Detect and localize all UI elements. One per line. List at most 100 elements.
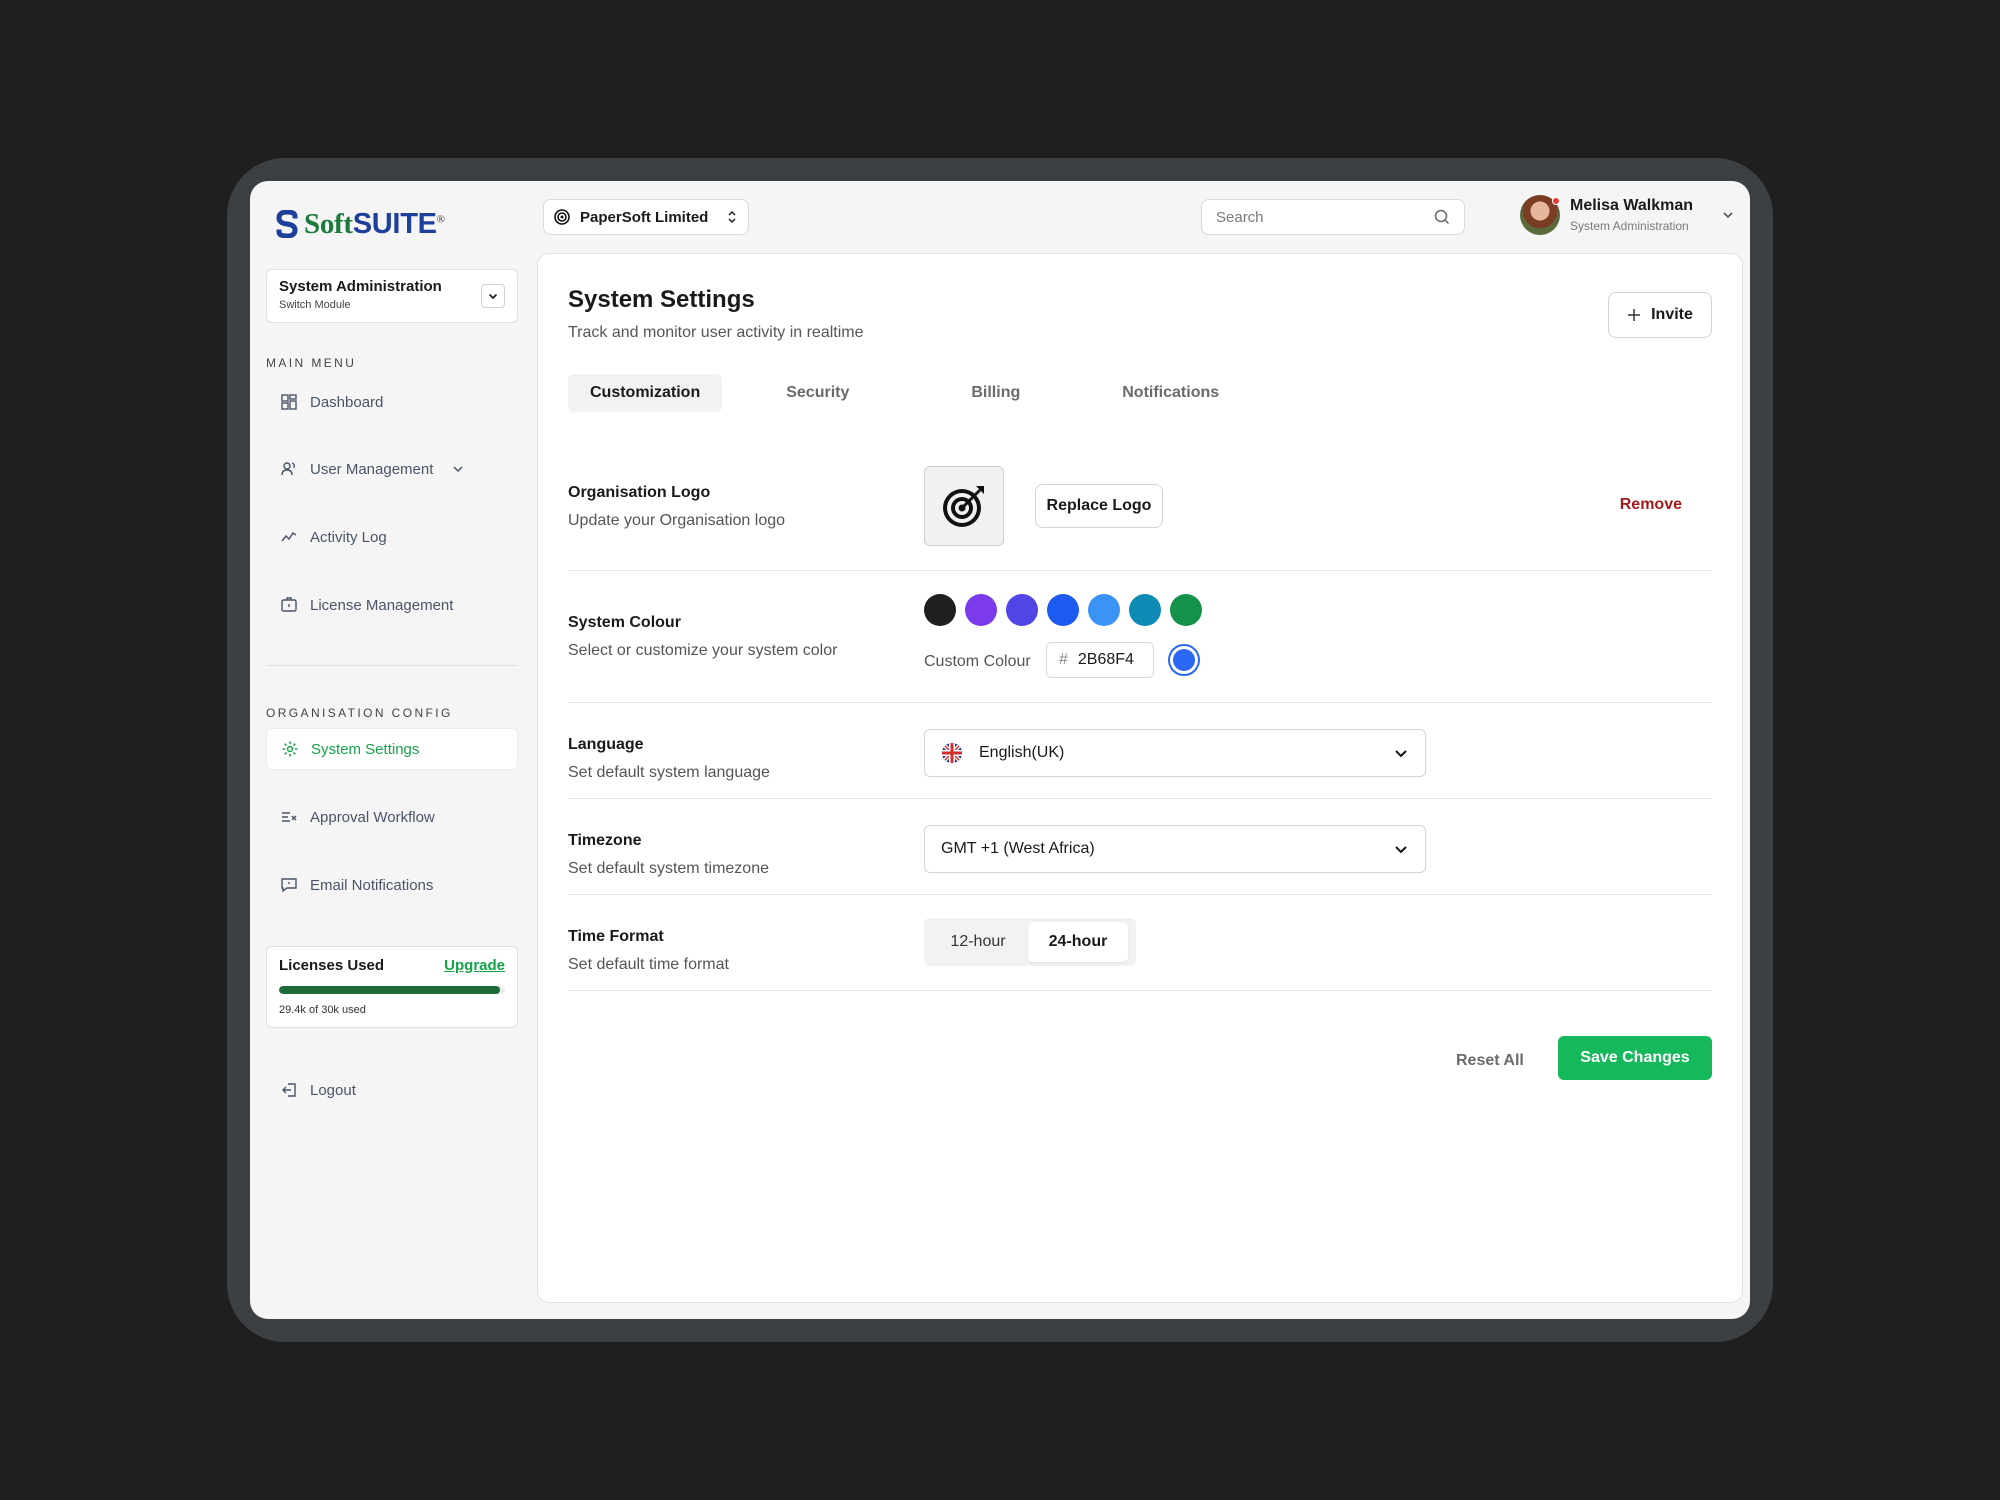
uk-flag-icon <box>942 743 962 763</box>
chevron-down-icon <box>453 466 463 473</box>
language-value: English(UK) <box>979 744 1065 761</box>
gear-icon <box>282 741 298 757</box>
sidebar-item-label: Activity Log <box>310 528 387 546</box>
sidebar-item-label: User Management <box>310 460 434 478</box>
users-icon <box>281 462 295 476</box>
time-format-24-hour[interactable]: 24-hour <box>1028 922 1128 962</box>
tab-security[interactable]: Security <box>764 374 871 412</box>
colour-picker-button[interactable] <box>1168 644 1200 676</box>
row-divider <box>568 990 1712 991</box>
license-icon <box>281 597 297 612</box>
timezone-value: GMT +1 (West Africa) <box>941 840 1095 857</box>
grid-icon <box>281 394 297 410</box>
chevron-updown-icon <box>728 210 736 224</box>
sidebar-item-email-notifications[interactable]: Email Notifications <box>266 864 518 906</box>
colour-swatch-purple[interactable] <box>965 594 997 626</box>
sidebar-item-user-management[interactable]: User Management <box>266 448 518 490</box>
sidebar-divider <box>266 665 518 666</box>
chevron-down-icon <box>488 293 498 300</box>
sidebar-item-system-settings[interactable]: System Settings <box>266 728 518 770</box>
user-name: Melisa Walkman <box>1570 197 1694 214</box>
sidebar-item-activity-log[interactable]: Activity Log <box>266 516 518 558</box>
search-icon[interactable] <box>1434 209 1450 225</box>
tab-notifications[interactable]: Notifications <box>1100 374 1241 412</box>
chevron-down-icon <box>1395 846 1407 854</box>
logout-icon <box>282 1083 296 1097</box>
remove-logo-button[interactable]: Remove <box>1620 496 1682 514</box>
custom-colour-input[interactable]: # 2B68F4 <box>1046 642 1154 678</box>
timezone-setting-label: Timezone <box>568 832 642 849</box>
reset-all-button[interactable]: Reset All <box>1456 1052 1524 1070</box>
sidebar-item-label: Email Notifications <box>310 876 434 894</box>
licenses-card: Licenses Used Upgrade 29.4k of 30k used <box>266 946 518 1028</box>
target-icon <box>554 209 570 225</box>
replace-logo-button[interactable]: Replace Logo <box>1035 484 1163 528</box>
timezone-select[interactable]: GMT +1 (West Africa) <box>924 825 1426 873</box>
licenses-progress-fill <box>279 986 501 994</box>
avatar <box>1520 195 1560 235</box>
row-divider <box>568 798 1712 799</box>
colour-preview <box>1173 649 1195 671</box>
org-logo-preview <box>924 466 1004 546</box>
sidebar-item-dashboard[interactable]: Dashboard <box>266 381 518 423</box>
module-subtitle: Switch Module <box>279 299 351 311</box>
upgrade-link[interactable]: Upgrade <box>444 957 505 974</box>
logout-button[interactable]: Logout <box>266 1069 518 1111</box>
tab-billing[interactable]: Billing <box>949 374 1042 412</box>
time-format-setting-label: Time Format <box>568 928 664 945</box>
sidebar-item-label: System Settings <box>311 740 420 758</box>
colour-swatch-blue[interactable] <box>1047 594 1079 626</box>
colour-swatch-teal[interactable] <box>1129 594 1161 626</box>
chevron-down-icon[interactable] <box>1721 208 1735 222</box>
sidebar-item-approval-workflow[interactable]: Approval Workflow <box>266 796 518 838</box>
logo-setting-desc: Update your Organisation logo <box>568 512 786 529</box>
target-icon <box>943 486 984 527</box>
search-input[interactable] <box>1216 208 1434 226</box>
colour-swatch-green[interactable] <box>1170 594 1202 626</box>
time-format-setting-desc: Set default time format <box>568 956 729 973</box>
sidebar-item-label: License Management <box>310 596 454 614</box>
language-setting-label: Language <box>568 736 644 753</box>
custom-colour-value: 2B68F4 <box>1077 651 1134 668</box>
colour-setting-desc: Select or customize your system color <box>568 642 838 659</box>
page-title: System Settings <box>568 286 755 313</box>
time-format-toggle: 12-hour 24-hour <box>924 918 1136 966</box>
workflow-icon <box>282 812 297 822</box>
language-select[interactable]: English(UK) <box>924 729 1426 777</box>
page-subtitle: Track and monitor user activity in realt… <box>568 324 864 341</box>
user-role: System Administration <box>1570 219 1689 233</box>
sidebar-item-license-management[interactable]: License Management <box>266 584 518 626</box>
logo-setting-label: Organisation Logo <box>568 484 711 501</box>
invite-label: Invite <box>1651 306 1693 323</box>
colour-swatch-indigo[interactable] <box>1006 594 1038 626</box>
brand-name: SoftSUITE® <box>304 207 445 240</box>
colour-swatch-black[interactable] <box>924 594 956 626</box>
org-name: PaperSoft Limited <box>580 208 709 226</box>
tab-customization[interactable]: Customization <box>568 374 723 412</box>
module-toggle-button[interactable] <box>481 284 505 308</box>
language-setting-desc: Set default system language <box>568 764 770 781</box>
user-info: Melisa Walkman System Administration <box>1570 197 1693 233</box>
time-format-12-hour[interactable]: 12-hour <box>928 922 1028 962</box>
activity-icon <box>281 531 297 542</box>
colour-swatch-light-blue[interactable] <box>1088 594 1120 626</box>
app-screen: SoftSUITE® PaperSoft Limited Melisa Walk… <box>250 181 1750 1319</box>
module-switcher[interactable]: System Administration Switch Module <box>266 269 518 323</box>
licenses-used-text: 29.4k of 30k used <box>279 1004 366 1016</box>
colour-swatches <box>924 594 1202 626</box>
invite-button[interactable]: Invite <box>1608 292 1712 338</box>
licenses-title: Licenses Used <box>279 957 385 974</box>
settings-tabs: Customization Security Billing Notificat… <box>568 374 1241 412</box>
save-changes-button[interactable]: Save Changes <box>1558 1036 1712 1080</box>
brand-logo[interactable]: SoftSUITE® <box>276 199 445 249</box>
colour-setting-label: System Colour <box>568 614 681 631</box>
user-menu[interactable]: Melisa Walkman System Administration <box>1520 195 1735 235</box>
custom-colour-label: Custom Colour <box>924 653 1031 670</box>
timezone-setting-desc: Set default system timezone <box>568 860 769 877</box>
sidebar-item-label: Approval Workflow <box>310 808 435 826</box>
logout-label: Logout <box>310 1081 356 1099</box>
sidebar-item-label: Dashboard <box>310 393 384 411</box>
org-switcher[interactable]: PaperSoft Limited <box>543 199 749 235</box>
licenses-progress-bar <box>279 986 505 994</box>
search-box <box>1201 199 1465 235</box>
